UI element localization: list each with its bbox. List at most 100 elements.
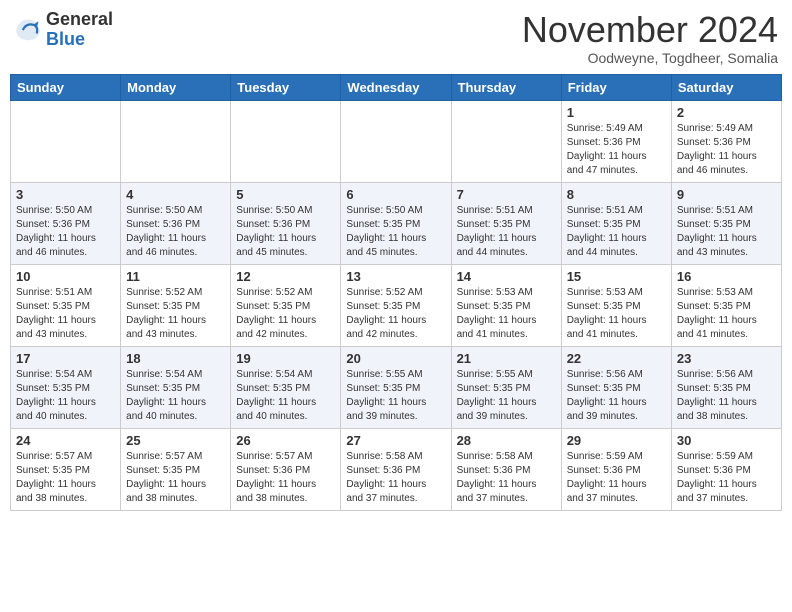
day-number: 1 xyxy=(567,105,666,120)
day-info: Sunrise: 5:54 AM Sunset: 5:35 PM Dayligh… xyxy=(236,368,335,424)
calendar-cell: 22Sunrise: 5:56 AM Sunset: 5:35 PM Dayli… xyxy=(561,346,671,428)
day-info: Sunrise: 5:59 AM Sunset: 5:36 PM Dayligh… xyxy=(567,450,666,506)
day-number: 29 xyxy=(567,433,666,448)
day-number: 9 xyxy=(677,187,776,202)
day-number: 7 xyxy=(457,187,556,202)
day-info: Sunrise: 5:55 AM Sunset: 5:35 PM Dayligh… xyxy=(457,368,556,424)
day-number: 13 xyxy=(346,269,445,284)
day-number: 16 xyxy=(677,269,776,284)
calendar-cell: 17 Sunrise: 5:54 AM Sunset: 5:35 PM Dayli… xyxy=(11,346,121,428)
day-number: 28 xyxy=(457,433,556,448)
day-info: Sunrise: 5:56 AM Sunset: 5:35 PM Dayligh… xyxy=(677,368,776,424)
calendar-cell: 2Sunrise: 5:49 AM Sunset: 5:36 PM Daylig… xyxy=(671,100,781,182)
calendar-week-5: 24 Sunrise: 5:57 AM Sunset: 5:35 PM Dayli… xyxy=(11,428,782,510)
calendar-week-3: 10Sunrise: 5:51 AM Sunset: 5:35 PM Dayli… xyxy=(11,264,782,346)
day-info: Sunrise: 5:55 AM Sunset: 5:35 PM Dayligh… xyxy=(346,368,445,424)
header-cell-tuesday: Tuesday xyxy=(231,74,341,100)
day-info: Sunrise: 5:49 AM Sunset: 5:36 PM Dayligh… xyxy=(567,122,666,178)
day-info: Sunrise: 5:57 AM Sunset: 5:35 PM Dayligh… xyxy=(16,450,115,506)
day-info: Sunrise: 5:53 AM Sunset: 5:35 PM Dayligh… xyxy=(677,286,776,342)
calendar-cell: 8 Sunrise: 5:51 AM Sunset: 5:35 PM Daylig… xyxy=(561,182,671,264)
title-block: November 2024 Oodweyne, Togdheer, Somali… xyxy=(522,10,778,66)
day-number: 25 xyxy=(126,433,225,448)
day-info: Sunrise: 5:54 AM Sunset: 5:35 PM Dayligh… xyxy=(16,368,115,424)
logo: General Blue xyxy=(14,10,113,50)
day-number: 21 xyxy=(457,351,556,366)
calendar-cell: 21 Sunrise: 5:55 AM Sunset: 5:35 PM Dayli… xyxy=(451,346,561,428)
calendar-cell xyxy=(121,100,231,182)
day-number: 12 xyxy=(236,269,335,284)
calendar-cell: 3 Sunrise: 5:50 AM Sunset: 5:36 PM Daylig… xyxy=(11,182,121,264)
calendar-cell: 23Sunrise: 5:56 AM Sunset: 5:35 PM Dayli… xyxy=(671,346,781,428)
day-info: Sunrise: 5:51 AM Sunset: 5:35 PM Dayligh… xyxy=(16,286,115,342)
day-number: 14 xyxy=(457,269,556,284)
day-number: 18 xyxy=(126,351,225,366)
logo-blue: Blue xyxy=(46,29,85,49)
day-info: Sunrise: 5:51 AM Sunset: 5:35 PM Dayligh… xyxy=(677,204,776,260)
day-info: Sunrise: 5:53 AM Sunset: 5:35 PM Dayligh… xyxy=(457,286,556,342)
day-info: Sunrise: 5:52 AM Sunset: 5:35 PM Dayligh… xyxy=(346,286,445,342)
calendar-header: SundayMondayTuesdayWednesdayThursdayFrid… xyxy=(11,74,782,100)
header-cell-saturday: Saturday xyxy=(671,74,781,100)
day-info: Sunrise: 5:57 AM Sunset: 5:36 PM Dayligh… xyxy=(236,450,335,506)
calendar-cell: 16 Sunrise: 5:53 AM Sunset: 5:35 PM Dayli… xyxy=(671,264,781,346)
calendar-cell: 26 Sunrise: 5:57 AM Sunset: 5:36 PM Dayli… xyxy=(231,428,341,510)
day-number: 8 xyxy=(567,187,666,202)
logo-general: General xyxy=(46,9,113,29)
day-number: 19 xyxy=(236,351,335,366)
day-info: Sunrise: 5:58 AM Sunset: 5:36 PM Dayligh… xyxy=(457,450,556,506)
day-number: 2 xyxy=(677,105,776,120)
day-info: Sunrise: 5:53 AM Sunset: 5:35 PM Dayligh… xyxy=(567,286,666,342)
calendar-cell: 9 Sunrise: 5:51 AM Sunset: 5:35 PM Daylig… xyxy=(671,182,781,264)
calendar-cell: 29 Sunrise: 5:59 AM Sunset: 5:36 PM Dayli… xyxy=(561,428,671,510)
day-info: Sunrise: 5:51 AM Sunset: 5:35 PM Dayligh… xyxy=(567,204,666,260)
calendar-body: 1 Sunrise: 5:49 AM Sunset: 5:36 PM Daylig… xyxy=(11,100,782,510)
day-number: 24 xyxy=(16,433,115,448)
calendar-cell: 7 Sunrise: 5:51 AM Sunset: 5:35 PM Daylig… xyxy=(451,182,561,264)
header-row: SundayMondayTuesdayWednesdayThursdayFrid… xyxy=(11,74,782,100)
calendar-cell xyxy=(231,100,341,182)
day-info: Sunrise: 5:51 AM Sunset: 5:35 PM Dayligh… xyxy=(457,204,556,260)
day-info: Sunrise: 5:50 AM Sunset: 5:36 PM Dayligh… xyxy=(126,204,225,260)
logo-icon xyxy=(14,16,42,44)
header-cell-monday: Monday xyxy=(121,74,231,100)
calendar-cell: 18 Sunrise: 5:54 AM Sunset: 5:35 PM Dayli… xyxy=(121,346,231,428)
day-number: 20 xyxy=(346,351,445,366)
calendar-cell xyxy=(341,100,451,182)
day-info: Sunrise: 5:58 AM Sunset: 5:36 PM Dayligh… xyxy=(346,450,445,506)
header-cell-thursday: Thursday xyxy=(451,74,561,100)
calendar-cell: 15 Sunrise: 5:53 AM Sunset: 5:35 PM Dayli… xyxy=(561,264,671,346)
calendar-cell: 25 Sunrise: 5:57 AM Sunset: 5:35 PM Dayli… xyxy=(121,428,231,510)
header-cell-sunday: Sunday xyxy=(11,74,121,100)
calendar-cell xyxy=(11,100,121,182)
day-info: Sunrise: 5:50 AM Sunset: 5:36 PM Dayligh… xyxy=(16,204,115,260)
calendar-cell: 28 Sunrise: 5:58 AM Sunset: 5:36 PM Dayli… xyxy=(451,428,561,510)
calendar-cell: 6Sunrise: 5:50 AM Sunset: 5:35 PM Daylig… xyxy=(341,182,451,264)
calendar-cell: 5Sunrise: 5:50 AM Sunset: 5:36 PM Daylig… xyxy=(231,182,341,264)
day-number: 22 xyxy=(567,351,666,366)
day-info: Sunrise: 5:57 AM Sunset: 5:35 PM Dayligh… xyxy=(126,450,225,506)
calendar-cell: 10Sunrise: 5:51 AM Sunset: 5:35 PM Dayli… xyxy=(11,264,121,346)
calendar-cell: 12 Sunrise: 5:52 AM Sunset: 5:35 PM Dayli… xyxy=(231,264,341,346)
calendar-cell: 14 Sunrise: 5:53 AM Sunset: 5:35 PM Dayli… xyxy=(451,264,561,346)
calendar-cell: 11Sunrise: 5:52 AM Sunset: 5:35 PM Dayli… xyxy=(121,264,231,346)
calendar-cell: 13 Sunrise: 5:52 AM Sunset: 5:35 PM Dayli… xyxy=(341,264,451,346)
page-header: General Blue November 2024 Oodweyne, Tog… xyxy=(10,10,782,66)
day-number: 4 xyxy=(126,187,225,202)
day-number: 26 xyxy=(236,433,335,448)
day-info: Sunrise: 5:50 AM Sunset: 5:36 PM Dayligh… xyxy=(236,204,335,260)
calendar-week-1: 1 Sunrise: 5:49 AM Sunset: 5:36 PM Daylig… xyxy=(11,100,782,182)
calendar-cell: 4 Sunrise: 5:50 AM Sunset: 5:36 PM Daylig… xyxy=(121,182,231,264)
header-cell-friday: Friday xyxy=(561,74,671,100)
calendar-cell: 20 Sunrise: 5:55 AM Sunset: 5:35 PM Dayli… xyxy=(341,346,451,428)
month-title: November 2024 xyxy=(522,10,778,50)
header-cell-wednesday: Wednesday xyxy=(341,74,451,100)
location: Oodweyne, Togdheer, Somalia xyxy=(522,50,778,66)
day-info: Sunrise: 5:54 AM Sunset: 5:35 PM Dayligh… xyxy=(126,368,225,424)
day-info: Sunrise: 5:52 AM Sunset: 5:35 PM Dayligh… xyxy=(236,286,335,342)
calendar-week-4: 17 Sunrise: 5:54 AM Sunset: 5:35 PM Dayli… xyxy=(11,346,782,428)
day-number: 3 xyxy=(16,187,115,202)
day-number: 15 xyxy=(567,269,666,284)
calendar-cell xyxy=(451,100,561,182)
day-number: 17 xyxy=(16,351,115,366)
